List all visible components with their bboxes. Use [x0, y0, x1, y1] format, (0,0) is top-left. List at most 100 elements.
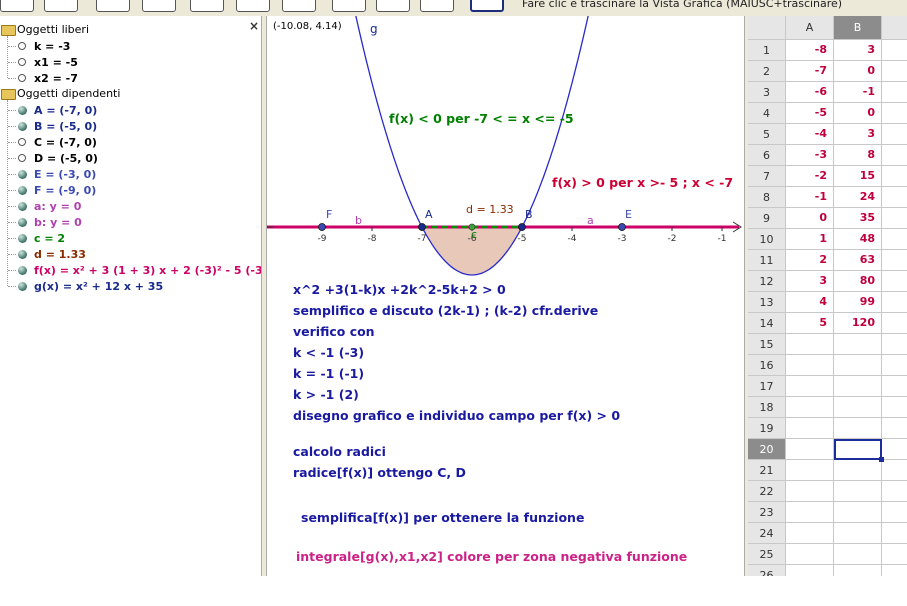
row-header[interactable]: 5: [748, 124, 786, 145]
spreadsheet-cell[interactable]: [882, 544, 907, 565]
column-header[interactable]: A: [786, 16, 834, 40]
spreadsheet-cell[interactable]: -2: [786, 166, 834, 187]
angle-tool-button[interactable]: [332, 0, 366, 12]
spreadsheet-cell[interactable]: -7: [786, 61, 834, 82]
note-line[interactable]: radice[f(x)] ottengo C, D: [293, 465, 466, 480]
move-tool-button[interactable]: [0, 0, 34, 12]
sheet-corner[interactable]: [748, 16, 786, 40]
dependent-object-item[interactable]: F = (-9, 0): [34, 184, 96, 197]
spreadsheet-cell[interactable]: 24: [834, 187, 882, 208]
free-object-item[interactable]: x2 = -7: [34, 72, 78, 85]
positive-interval-text[interactable]: f(x) > 0 per x >- 5 ; x < -7: [552, 175, 733, 190]
spreadsheet-cell[interactable]: 35: [834, 208, 882, 229]
row-header[interactable]: 23: [748, 502, 786, 523]
spreadsheet-cell[interactable]: [834, 481, 882, 502]
spreadsheet-cell[interactable]: [834, 376, 882, 397]
row-header[interactable]: 8: [748, 187, 786, 208]
spreadsheet-cell[interactable]: [882, 145, 907, 166]
note-line[interactable]: calcolo radici: [293, 444, 386, 459]
row-header[interactable]: 26: [748, 565, 786, 576]
spreadsheet-cell[interactable]: [882, 334, 907, 355]
spreadsheet-cell[interactable]: 2: [786, 250, 834, 271]
point-f[interactable]: [318, 223, 326, 231]
spreadsheet-cell[interactable]: [882, 355, 907, 376]
visible-object-icon[interactable]: [18, 218, 27, 227]
row-header[interactable]: 17: [748, 376, 786, 397]
hidden-object-icon[interactable]: [18, 154, 26, 162]
row-header[interactable]: 3: [748, 82, 786, 103]
spreadsheet-cell[interactable]: [786, 460, 834, 481]
spreadsheet-cell[interactable]: [786, 418, 834, 439]
spreadsheet-cell[interactable]: [834, 334, 882, 355]
row-header[interactable]: 20: [748, 439, 786, 460]
spreadsheet-cell[interactable]: -4: [786, 124, 834, 145]
row-header[interactable]: 19: [748, 418, 786, 439]
spreadsheet-cell[interactable]: [882, 376, 907, 397]
spreadsheet-cell[interactable]: [882, 61, 907, 82]
point-b[interactable]: [518, 223, 526, 231]
spreadsheet-cell[interactable]: 8: [834, 145, 882, 166]
graphics-view[interactable]: -9 -8 -7 -6 -5 -4 -3 -2 -1 (-10.08, 4.14) g f(x)…: [267, 16, 744, 576]
spreadsheet-view[interactable]: A B 1 -8 3 2 -7 0 3 -6 -1 4 -5 0 5 -4 3 6 -3 8 7 -2 15 8 -1 24 9 0 3…: [748, 16, 907, 576]
dependent-objects-folder[interactable]: Oggetti dipendenti: [17, 87, 120, 100]
spreadsheet-cell[interactable]: [882, 523, 907, 544]
spreadsheet-cell[interactable]: [882, 418, 907, 439]
hidden-object-icon[interactable]: [18, 58, 26, 66]
dependent-object-item[interactable]: a: y = 0: [34, 200, 81, 213]
row-header[interactable]: 6: [748, 145, 786, 166]
spreadsheet-cell[interactable]: [882, 187, 907, 208]
visible-object-icon[interactable]: [18, 282, 27, 291]
spreadsheet-cell[interactable]: [882, 103, 907, 124]
note-line[interactable]: x^2 +3(1-k)x +2k^2-5k+2 > 0: [293, 282, 506, 297]
row-header[interactable]: 14: [748, 313, 786, 334]
spreadsheet-cell[interactable]: [834, 544, 882, 565]
spreadsheet-cell[interactable]: [882, 229, 907, 250]
spreadsheet-cell[interactable]: 48: [834, 229, 882, 250]
row-header[interactable]: 12: [748, 271, 786, 292]
free-objects-folder[interactable]: Oggetti liberi: [17, 23, 89, 36]
spreadsheet-cell[interactable]: 15: [834, 166, 882, 187]
note-line[interactable]: semplifico e discuto (2k-1) ; (k-2) cfr.…: [293, 303, 598, 318]
spreadsheet-cell[interactable]: 0: [786, 208, 834, 229]
conic-tool-button[interactable]: [282, 0, 316, 12]
dependent-object-item[interactable]: B = (-5, 0): [34, 120, 97, 133]
spreadsheet-cell[interactable]: [786, 565, 834, 576]
row-header[interactable]: 9: [748, 208, 786, 229]
slider-tool-button[interactable]: [420, 0, 454, 12]
visible-object-icon[interactable]: [18, 202, 27, 211]
spreadsheet-cell[interactable]: 99: [834, 292, 882, 313]
column-header[interactable]: B: [834, 16, 882, 40]
row-header[interactable]: 25: [748, 544, 786, 565]
note-line[interactable]: integrale[g(x),x1,x2] colore per zona ne…: [296, 549, 687, 564]
row-header[interactable]: 15: [748, 334, 786, 355]
dependent-object-item[interactable]: g(x) = x² + 12 x + 35: [34, 280, 163, 293]
row-header[interactable]: 22: [748, 481, 786, 502]
visible-object-icon[interactable]: [18, 250, 27, 259]
spreadsheet-cell[interactable]: [882, 166, 907, 187]
polygon-tool-button[interactable]: [190, 0, 224, 12]
spreadsheet-cell[interactable]: 80: [834, 271, 882, 292]
selected-cell[interactable]: [834, 439, 882, 460]
spreadsheet-cell[interactable]: [882, 250, 907, 271]
visible-object-icon[interactable]: [18, 234, 27, 243]
spreadsheet-cell[interactable]: [834, 397, 882, 418]
spreadsheet-cell[interactable]: [882, 271, 907, 292]
spreadsheet-cell[interactable]: [834, 502, 882, 523]
note-line[interactable]: semplifica[f(x)] per ottenere la funzion…: [301, 510, 584, 525]
spreadsheet-cell[interactable]: [882, 481, 907, 502]
spreadsheet-cell[interactable]: [834, 460, 882, 481]
negative-interval-text[interactable]: f(x) < 0 per -7 < = x <= -5: [389, 111, 574, 126]
visible-object-icon[interactable]: [18, 170, 27, 179]
spreadsheet-cell[interactable]: [786, 355, 834, 376]
dependent-object-item[interactable]: f(x) = x² + 3 (1 + 3) x + 2 (-3)² - 5 (-…: [34, 264, 292, 277]
spreadsheet-cell[interactable]: [786, 439, 834, 460]
spreadsheet-cell[interactable]: [834, 355, 882, 376]
move-view-tool-button[interactable]: [470, 0, 504, 12]
reflect-tool-button[interactable]: [376, 0, 410, 12]
spreadsheet-cell[interactable]: -3: [786, 145, 834, 166]
spreadsheet-cell[interactable]: 3: [834, 40, 882, 61]
spreadsheet-cell[interactable]: -1: [786, 187, 834, 208]
hidden-object-icon[interactable]: [18, 138, 26, 146]
spreadsheet-cell[interactable]: -6: [786, 82, 834, 103]
dependent-object-item[interactable]: C = (-7, 0): [34, 136, 97, 149]
